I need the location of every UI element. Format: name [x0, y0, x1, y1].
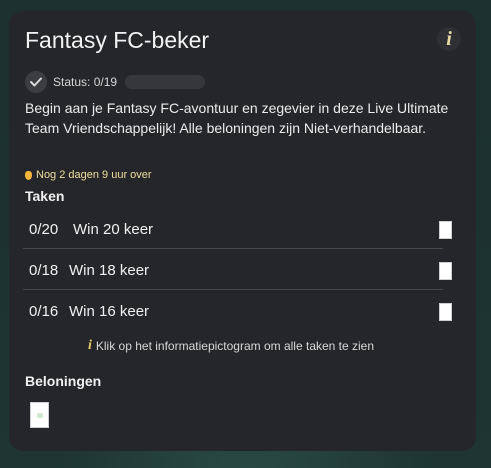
- timer-row: Nog 2 dagen 9 uur over: [25, 169, 152, 181]
- reward-card-icon: [439, 303, 452, 321]
- objective-card: Fantasy FC-beker i Status: 0/19 Begin aa…: [9, 11, 476, 451]
- timer-text: Nog 2 dagen 9 uur over: [36, 169, 152, 181]
- timer-icon: [25, 170, 32, 180]
- card-title: Fantasy FC-beker: [25, 27, 210, 53]
- hint-text: Klik op het informatiepictogram om alle …: [95, 339, 375, 353]
- task-progress: 0/18: [29, 262, 59, 279]
- hint-row: i Klik op het informatiepictogram om all…: [88, 338, 374, 354]
- tasks-heading: Taken: [25, 188, 65, 204]
- task-row[interactable]: 0/20 Win 20 keer: [23, 208, 452, 249]
- rewards-heading: Beloningen: [25, 373, 102, 389]
- reward-item-icon: [36, 412, 43, 418]
- status-progress-bar: [125, 75, 206, 89]
- checkmark-icon: [25, 71, 47, 93]
- task-progress: 0/16: [29, 303, 59, 320]
- reward-card-icon: [439, 262, 452, 280]
- status-row: Status: 0/19: [25, 71, 206, 93]
- tasks-list: 0/20 Win 20 keer 0/18 Win 18 keer 0/16 W…: [23, 208, 452, 331]
- reward-item[interactable]: [30, 402, 49, 428]
- status-label: Status: 0/19: [53, 75, 118, 89]
- task-name: Win 20 keer: [73, 221, 154, 238]
- task-row[interactable]: 0/18 Win 18 keer: [23, 249, 452, 290]
- info-hint-icon: i: [88, 338, 92, 353]
- info-icon[interactable]: i: [437, 27, 461, 51]
- task-name: Win 16 keer: [69, 303, 150, 320]
- task-row[interactable]: 0/16 Win 16 keer: [23, 290, 452, 331]
- reward-card-icon: [439, 221, 452, 239]
- description-text: Begin aan je Fantasy FC-avontuur en zege…: [25, 100, 449, 136]
- task-name: Win 18 keer: [69, 262, 150, 279]
- task-progress: 0/20: [29, 221, 59, 238]
